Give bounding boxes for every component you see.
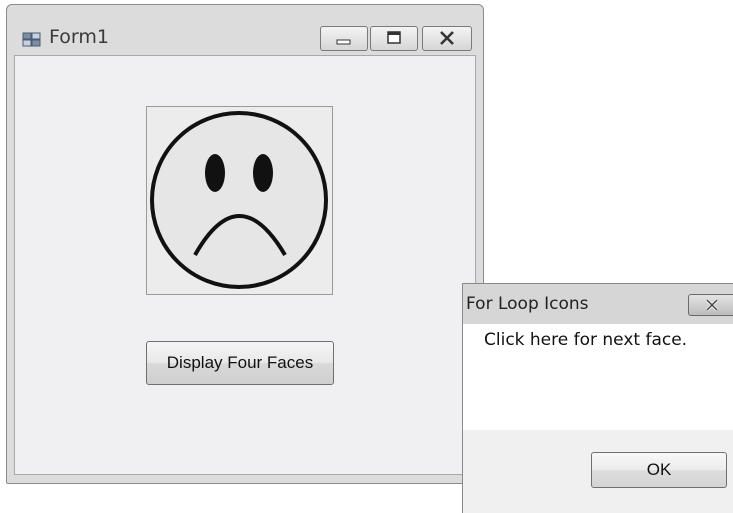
minimize-icon — [321, 35, 367, 54]
close-icon — [423, 31, 471, 54]
ok-button-label: OK — [646, 460, 672, 479]
message-box-footer: OK — [463, 430, 733, 513]
maximize-icon — [371, 31, 417, 54]
message-box-title: For Loop Icons — [466, 294, 589, 314]
ok-button[interactable]: OK — [591, 452, 727, 488]
form1-titlebar[interactable]: Form1 — [7, 5, 483, 55]
display-four-faces-button[interactable]: Display Four Faces — [146, 341, 334, 385]
windows-form-icon — [22, 32, 42, 48]
message-box-close-button[interactable] — [688, 294, 733, 316]
window-title: Form1 — [49, 26, 109, 48]
form-client-area: Display Four Faces — [14, 55, 476, 475]
close-icon — [689, 298, 733, 319]
close-button[interactable] — [422, 26, 472, 51]
maximize-button[interactable] — [370, 26, 418, 51]
face-picture-box — [146, 106, 333, 295]
message-box-dialog: For Loop Icons Click here for next face.… — [462, 283, 733, 513]
form1-window: Form1 Display Four Faces — [6, 4, 484, 484]
display-button-label: Display Four Faces — [166, 353, 314, 372]
message-text: Click here for next face. — [484, 330, 688, 350]
message-box-titlebar[interactable]: For Loop Icons — [463, 284, 733, 324]
minimize-button[interactable] — [320, 26, 368, 51]
sad-face-icon — [147, 107, 332, 294]
